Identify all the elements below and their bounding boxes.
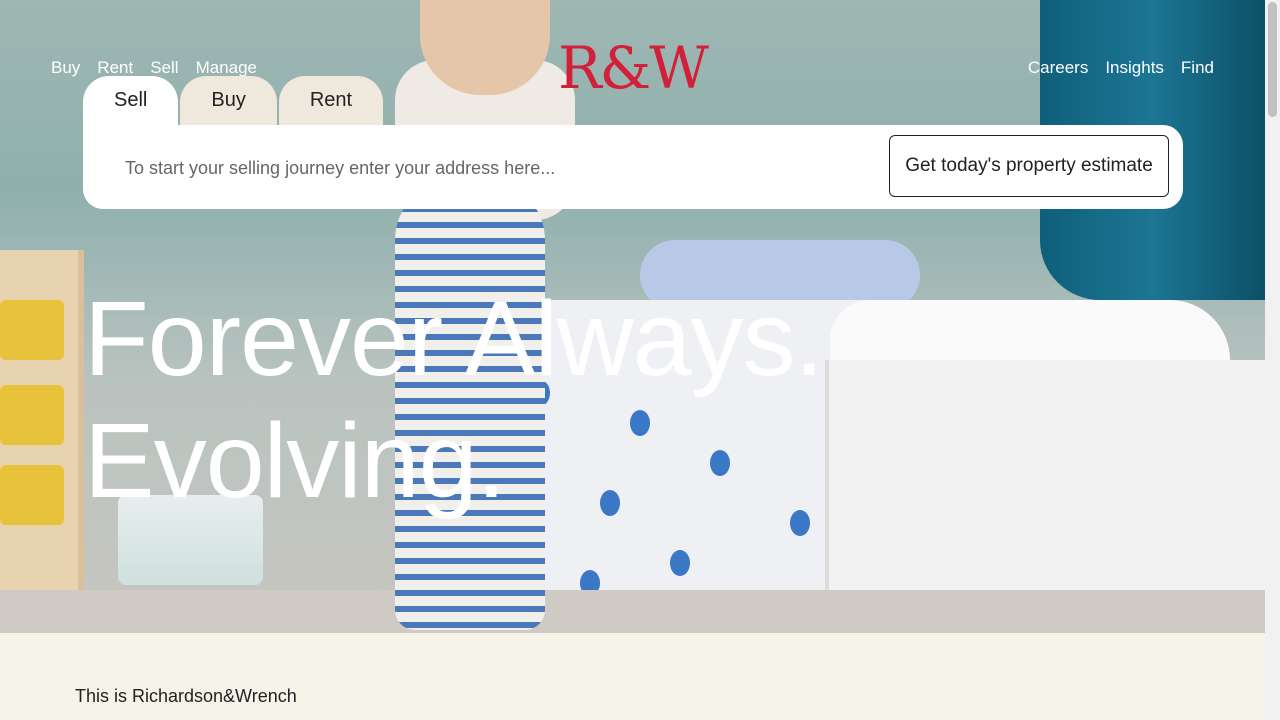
nav-link-insights[interactable]: Insights	[1105, 58, 1164, 78]
tab-rent[interactable]: Rent	[278, 76, 384, 125]
brand-logo[interactable]: R&W	[558, 38, 709, 98]
scrollbar-thumb[interactable]	[1268, 2, 1277, 117]
secondary-nav: Careers Insights Find	[1028, 58, 1214, 78]
address-search-panel: Get today's property estimate	[83, 125, 1183, 209]
hero-image-bin	[0, 300, 64, 360]
tab-buy[interactable]: Buy	[180, 76, 277, 125]
nav-link-rent[interactable]: Rent	[97, 58, 133, 78]
property-estimate-button[interactable]: Get today's property estimate	[889, 135, 1169, 197]
hero-headline: Forever Always. Evolving.	[84, 278, 824, 522]
hero-image-floor	[0, 590, 1265, 633]
nav-link-sell[interactable]: Sell	[150, 58, 178, 78]
nav-link-careers[interactable]: Careers	[1028, 58, 1088, 78]
tab-sell[interactable]: Sell	[83, 76, 179, 125]
page-scrollbar[interactable]	[1265, 0, 1280, 720]
hero-headline-line-1: Forever Always.	[84, 280, 824, 398]
hero-image-bin	[0, 465, 64, 525]
primary-nav: Buy Rent Sell Manage	[51, 58, 257, 78]
nav-link-find[interactable]: Find	[1181, 58, 1214, 78]
search-tabs: Sell Buy Rent	[83, 76, 385, 125]
address-search-input[interactable]	[123, 152, 867, 184]
hero-headline-line-2: Evolving.	[84, 402, 506, 520]
intro-heading: This is Richardson&Wrench	[75, 686, 297, 706]
nav-link-manage[interactable]: Manage	[196, 58, 257, 78]
hero-image-bin	[0, 385, 64, 445]
nav-link-buy[interactable]: Buy	[51, 58, 80, 78]
